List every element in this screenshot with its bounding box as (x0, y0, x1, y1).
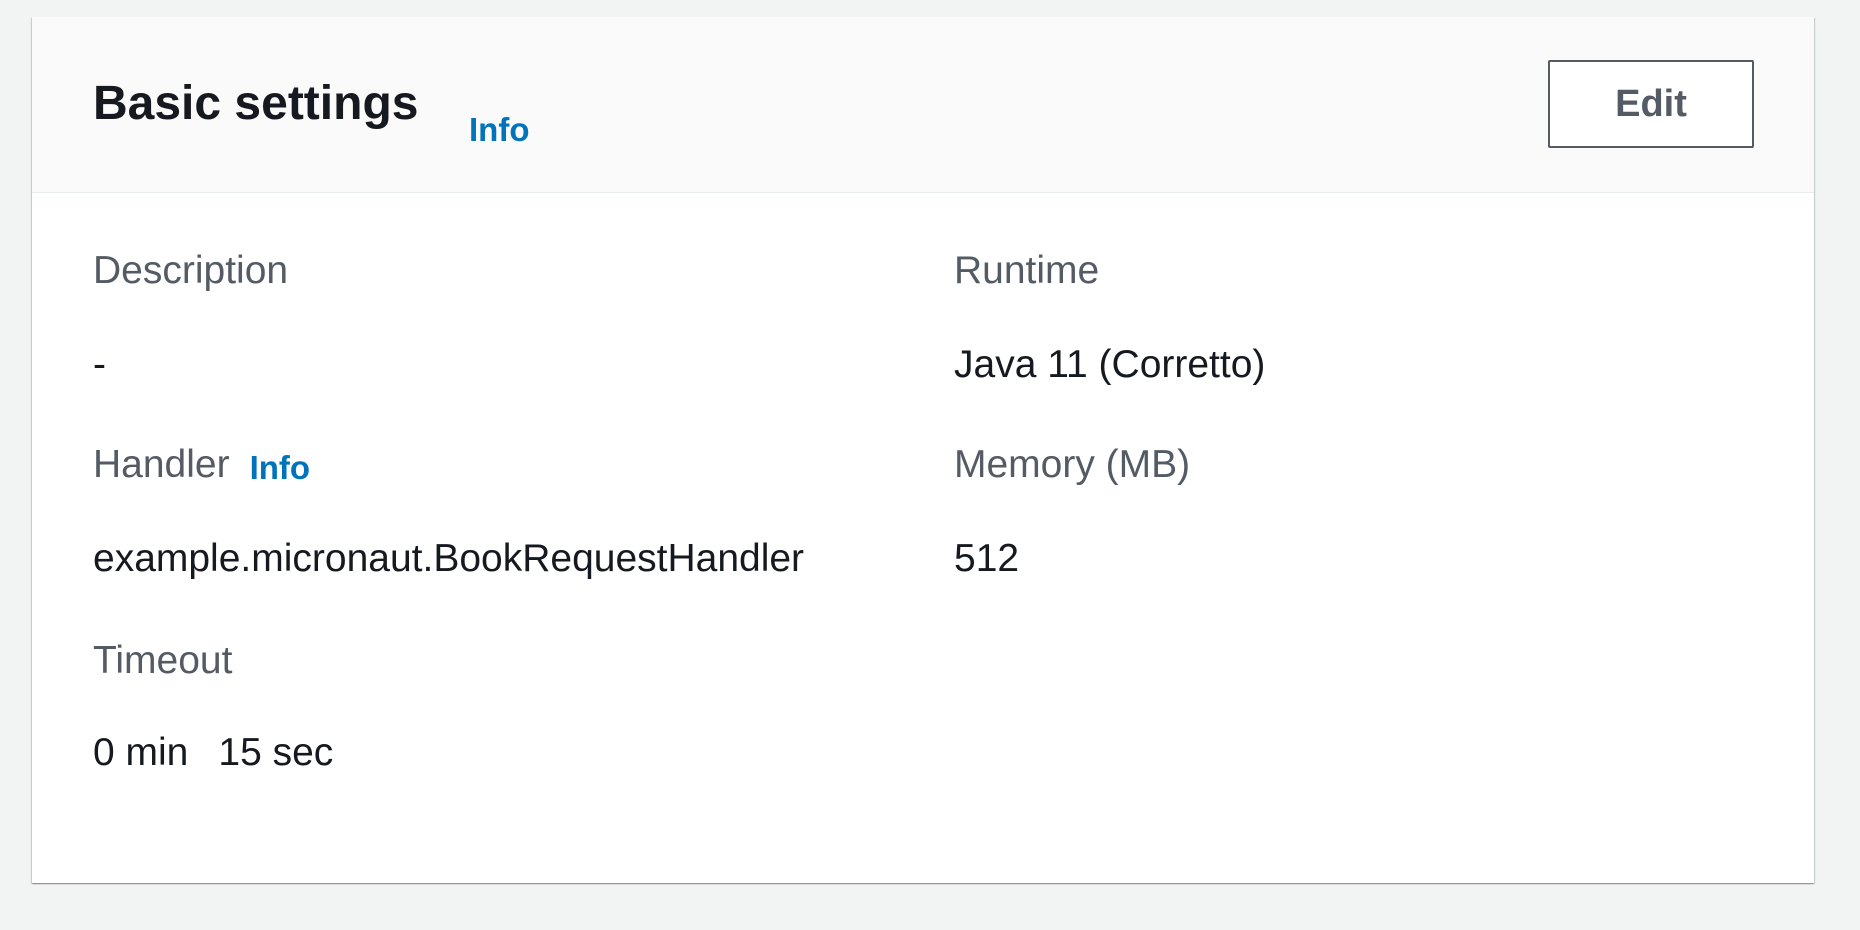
timeout-minutes: 0 min (93, 731, 189, 774)
panel-header: Basic settings Info Edit (32, 17, 1814, 193)
handler-value: example.micronaut.BookRequestHandler (93, 537, 805, 580)
description-label: Description (93, 249, 289, 292)
basic-settings-panel: Basic settings Info Edit Description - R… (32, 17, 1814, 883)
edit-button[interactable]: Edit (1548, 60, 1754, 148)
panel-title: Basic settings (93, 77, 419, 130)
runtime-value: Java 11 (Corretto) (954, 343, 1266, 386)
handler-label-row: Handler Info (93, 445, 310, 484)
timeout-label: Timeout (93, 639, 233, 682)
handler-info-link[interactable]: Info (250, 449, 310, 486)
description-value: - (93, 343, 106, 386)
runtime-label: Runtime (954, 249, 1100, 292)
timeout-value: 0 min 15 sec (93, 733, 333, 772)
memory-value: 512 (954, 537, 1020, 580)
memory-label: Memory (MB) (954, 443, 1191, 486)
handler-label: Handler (93, 443, 230, 486)
panel-info-link[interactable]: Info (469, 113, 529, 146)
timeout-seconds: 15 sec (218, 731, 334, 774)
